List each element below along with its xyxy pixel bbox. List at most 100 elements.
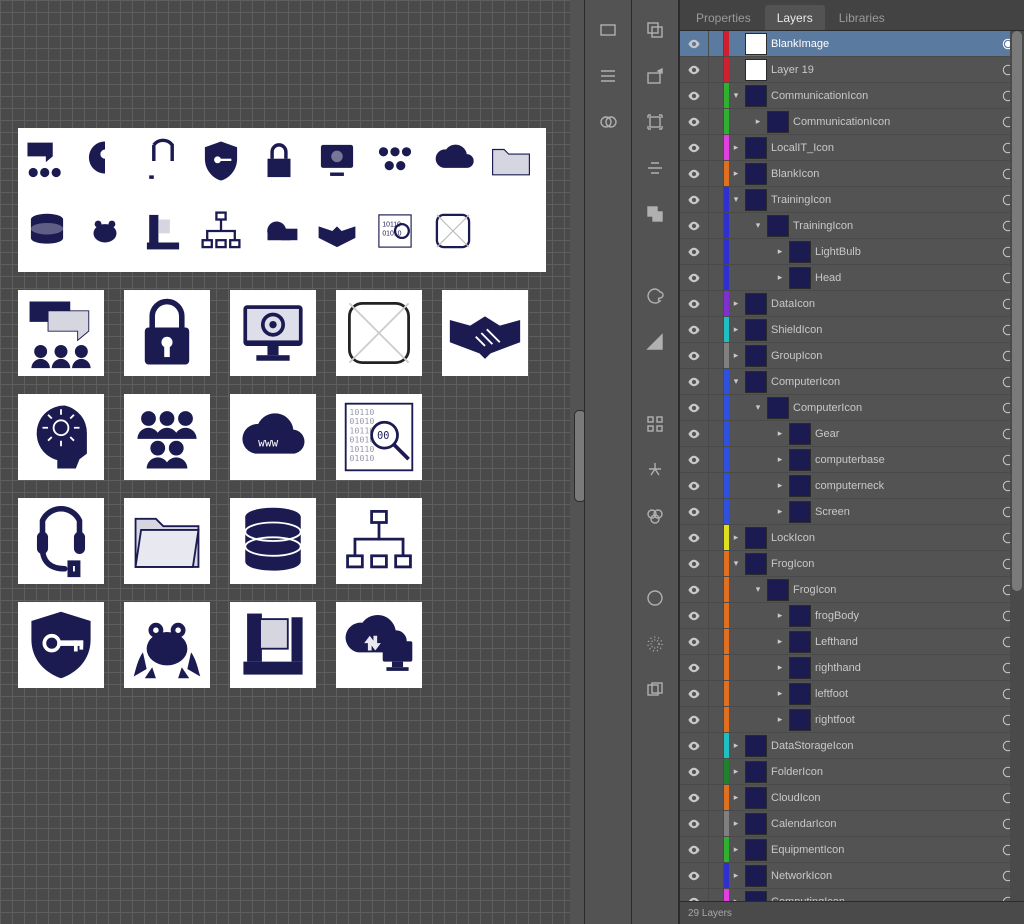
disclosure-toggle[interactable]: ▸ [729,863,743,888]
disclosure-toggle[interactable]: ▾ [751,577,765,602]
visibility-toggle[interactable] [680,239,709,264]
layer-name[interactable]: FrogIcon [771,558,998,570]
visibility-toggle[interactable] [680,785,709,810]
layer-name[interactable]: GroupIcon [771,350,998,362]
disclosure-toggle[interactable]: ▸ [729,317,743,342]
lock-toggle[interactable] [709,785,724,810]
layer-name[interactable]: Gear [815,428,998,440]
disclosure-toggle[interactable]: ▸ [773,239,787,264]
visibility-toggle[interactable] [680,889,709,901]
layer-row[interactable]: ▸Lefthand [680,629,1024,655]
disclosure-toggle[interactable]: ▸ [773,421,787,446]
layer-row[interactable]: BlankImage [680,31,1024,57]
visibility-toggle[interactable] [680,603,709,628]
lock-toggle[interactable] [709,759,724,784]
visibility-toggle[interactable] [680,343,709,368]
layer-row[interactable]: ▸computerbase [680,447,1024,473]
artboard-shield[interactable] [18,602,104,688]
lock-toggle[interactable] [709,473,724,498]
export-icon[interactable] [641,64,669,88]
canvas-scrollbar[interactable] [570,0,584,924]
layer-row[interactable]: ▾TrainingIcon [680,213,1024,239]
lock-toggle[interactable] [709,135,724,160]
layer-name[interactable]: LockIcon [771,532,998,544]
circles-icon[interactable] [594,110,622,134]
visibility-toggle[interactable] [680,291,709,316]
align-icon[interactable] [641,156,669,180]
layer-row[interactable]: ▸DataStorageIcon [680,733,1024,759]
disclosure-toggle[interactable]: ▸ [751,109,765,134]
panel-scrollbar[interactable] [1010,31,1024,901]
layer-name[interactable]: BlankIcon [771,168,998,180]
lock-toggle[interactable] [709,239,724,264]
artboard-iconsheet[interactable]: 1011001010 [18,128,546,272]
layer-name[interactable]: NetworkIcon [771,870,998,882]
disclosure-toggle[interactable]: ▾ [751,395,765,420]
lock-toggle[interactable] [709,863,724,888]
layer-list[interactable]: BlankImageLayer 19▾CommunicationIcon▸Com… [680,31,1024,901]
disclosure-toggle[interactable]: ▸ [729,525,743,550]
layer-row[interactable]: ▸ BlankIcon [680,161,1024,187]
disclosure-toggle[interactable]: ▸ [729,343,743,368]
swatches-icon[interactable] [594,18,622,42]
lock-toggle[interactable] [709,733,724,758]
artboard-training[interactable] [18,394,104,480]
disclosure-toggle[interactable]: ▸ [729,161,743,186]
layer-name[interactable]: LocalIT_Icon [771,142,998,154]
lock-toggle[interactable] [709,629,724,654]
disclosure-toggle[interactable]: ▸ [773,629,787,654]
artboard-communication[interactable] [18,290,104,376]
lock-toggle[interactable] [709,83,724,108]
tab-libraries[interactable]: Libraries [827,5,897,30]
layer-row[interactable]: Layer 19 [680,57,1024,83]
disclosure-toggle[interactable]: ▸ [773,655,787,680]
layer-row[interactable]: ▸ LightBulb [680,239,1024,265]
disclosure-toggle[interactable]: ▾ [751,213,765,238]
lock-toggle[interactable] [709,213,724,238]
visibility-toggle[interactable] [680,707,709,732]
layer-name[interactable]: computerneck [815,480,998,492]
lock-toggle[interactable] [709,369,724,394]
layer-row[interactable]: ▸LocalIT_Icon [680,135,1024,161]
palette-icon[interactable] [641,284,669,308]
artboard-lock[interactable] [124,290,210,376]
visibility-toggle[interactable] [680,213,709,238]
lock-toggle[interactable] [709,343,724,368]
grid-icon[interactable] [641,412,669,436]
disclosure-toggle[interactable]: ▸ [773,473,787,498]
lock-toggle[interactable] [709,31,724,56]
disclosure-toggle[interactable]: ▸ [729,733,743,758]
visibility-toggle[interactable] [680,369,709,394]
visibility-toggle[interactable] [680,525,709,550]
layer-name[interactable]: DataIcon [771,298,998,310]
rect-overlap-icon[interactable] [641,18,669,42]
disclosure-toggle[interactable]: ▸ [729,811,743,836]
visibility-toggle[interactable] [680,499,709,524]
layer-name[interactable]: LightBulb [815,246,998,258]
visibility-toggle[interactable] [680,187,709,212]
layer-row[interactable]: ▸rightfoot [680,707,1024,733]
lock-toggle[interactable] [709,525,724,550]
lock-toggle[interactable] [709,551,724,576]
visibility-toggle[interactable] [680,759,709,784]
layer-name[interactable]: FolderIcon [771,766,998,778]
layer-name[interactable]: ComputerIcon [793,402,998,414]
disclosure-toggle[interactable]: ▸ [773,681,787,706]
layer-name[interactable]: frogBody [815,610,998,622]
disclosure-toggle[interactable]: ▸ [729,837,743,862]
visibility-toggle[interactable] [680,447,709,472]
layer-row[interactable]: ▾FrogIcon [680,551,1024,577]
layer-row[interactable]: ▸CloudIcon [680,785,1024,811]
lock-toggle[interactable] [709,707,724,732]
disclosure-toggle[interactable]: ▾ [729,369,743,394]
artboard-computing[interactable] [336,602,422,688]
layer-name[interactable]: ComputingIcon [771,896,998,902]
layer-name[interactable]: computerbase [815,454,998,466]
visibility-toggle[interactable] [680,629,709,654]
layer-row[interactable]: ▸frogBody [680,603,1024,629]
layer-row[interactable]: ▸ Gear [680,421,1024,447]
lock-toggle[interactable] [709,499,724,524]
artboard-localit[interactable] [18,498,104,584]
artboard-handshake[interactable] [442,290,528,376]
layer-name[interactable]: BlankImage [771,38,998,50]
